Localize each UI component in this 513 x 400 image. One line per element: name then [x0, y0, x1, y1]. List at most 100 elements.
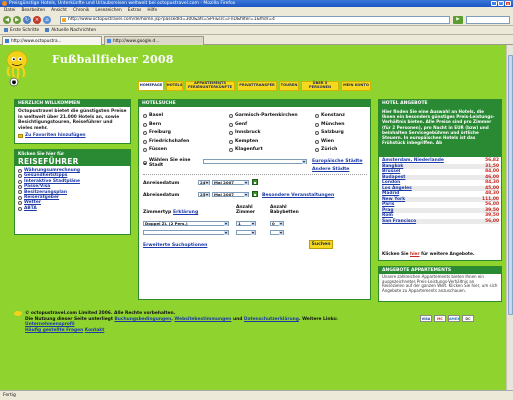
radio-icon[interactable] [143, 131, 147, 136]
special-events-link[interactable]: Besondere Veranstaltungen [262, 193, 334, 198]
city-option[interactable]: Konstanz [315, 112, 345, 121]
city-option[interactable]: Basel [143, 112, 229, 121]
nav-over-5-persons[interactable]: ÜBER 5 PERSONEN [301, 81, 339, 91]
hotel-search-heading: HOTELSUCHE [139, 100, 370, 107]
radio-icon[interactable] [229, 148, 233, 153]
nav-apartments[interactable]: APPARTEMENTS FERIENUNTERKÜNFTE [185, 81, 235, 91]
city-option[interactable]: Salzburg [315, 129, 344, 138]
radio-icon[interactable] [229, 114, 233, 119]
reload-icon[interactable]: ↻ [23, 16, 31, 24]
european-cities-link[interactable]: Europäische Städte [312, 159, 362, 164]
city-option[interactable]: Wien [315, 138, 334, 147]
radio-icon[interactable] [315, 139, 319, 144]
nav-tours[interactable]: TOUREN [279, 81, 299, 91]
menu-edit[interactable]: Bearbeiten [21, 7, 45, 14]
room1-type-select[interactable]: Doppel Zi. (2 Pers.) [143, 221, 229, 226]
radio-icon[interactable] [143, 161, 147, 166]
radio-icon[interactable] [143, 139, 147, 144]
forward-icon[interactable]: ▶ [13, 16, 21, 24]
menu-bookmarks[interactable]: Lesezeichen [95, 7, 121, 14]
nav-my-account[interactable]: MEIN KONTO [341, 81, 371, 91]
search-bar[interactable] [466, 16, 510, 24]
city-option[interactable]: Freiburg [143, 129, 229, 138]
menu-help[interactable]: Hilfe [147, 7, 157, 14]
city-option[interactable]: Garmisch-Partenkirchen [229, 112, 315, 121]
radio-icon[interactable] [229, 139, 233, 144]
site-terms-link[interactable]: Websitebestimmungen [174, 317, 231, 322]
radio-icon[interactable] [315, 122, 319, 127]
web-page: Fußballfieber 2008 HOMEPAGE HOTELS APPAR… [0, 45, 506, 390]
city-option[interactable]: München [315, 121, 345, 130]
bookmark-news[interactable]: Aktuelle Nachrichten [45, 26, 96, 34]
radio-icon[interactable] [143, 114, 147, 119]
nav-transfer[interactable]: PRIVATTRANSFER [237, 81, 277, 91]
city-option[interactable]: Friedrichshafen [143, 138, 229, 147]
radio-icon[interactable] [143, 122, 147, 127]
room1-babies-select[interactable]: 0 [270, 221, 284, 226]
menu-view[interactable]: Ansicht [51, 7, 67, 14]
menu-history[interactable]: Chronik [73, 7, 89, 14]
search-button[interactable]: Suchen [309, 240, 333, 249]
browser-tab-google[interactable]: http://www.google.d... [104, 36, 204, 45]
browser-tab-octopus[interactable]: http://www.octopustra... [2, 36, 102, 45]
home-icon[interactable]: ⌂ [43, 16, 51, 24]
city-option[interactable]: Innsbruck [229, 129, 315, 138]
minimize-button[interactable]: _ [491, 1, 497, 6]
arrival-month-select[interactable]: Mai 2007 [212, 180, 249, 185]
room2-count-select[interactable] [236, 230, 256, 235]
radio-icon[interactable] [143, 148, 147, 153]
faq-link[interactable]: Häufig gestellte Fragen [25, 328, 83, 333]
city-option[interactable]: Kempten [229, 138, 315, 147]
welcome-panel: HERZLICH WILLKOMMEN Octopustravel bietet… [14, 99, 131, 144]
radio-icon[interactable] [315, 114, 319, 119]
payment-icons: VISA MC AMEX DC [420, 315, 474, 322]
radio-icon[interactable] [229, 131, 233, 136]
stop-icon[interactable]: × [33, 16, 41, 24]
calendar-icon[interactable]: ▪ [252, 179, 258, 185]
advanced-search-link[interactable]: Erweiterte Suchoptionen [143, 243, 207, 248]
page-scrollbar[interactable] [506, 45, 513, 390]
radio-icon[interactable] [315, 131, 319, 136]
radio-icon[interactable] [315, 148, 319, 153]
nav-homepage[interactable]: HOMEPAGE [138, 81, 164, 91]
scrollbar-thumb[interactable] [508, 55, 513, 315]
guide-link-item[interactable]: ABTA [18, 206, 127, 211]
departure-month-select[interactable]: Mai 2007 [212, 192, 249, 197]
window-titlebar: Preisgünstige Hotels, Unterkünfte und Ur… [0, 0, 513, 7]
nav-hotels[interactable]: HOTELS [166, 81, 183, 91]
back-icon[interactable]: ◀ [3, 16, 11, 24]
close-button[interactable]: × [505, 1, 511, 6]
city-select[interactable] [203, 159, 307, 164]
menu-tools[interactable]: Extras [128, 7, 142, 14]
company-profile-link[interactable]: Unternehmensprofil [25, 322, 75, 327]
hotel-offer-city-link[interactable]: San Francisco [382, 219, 416, 225]
menu-file[interactable]: Datei [4, 7, 15, 14]
departure-day-select[interactable]: 25 [198, 192, 210, 197]
explanation-link[interactable]: Erklärung [173, 210, 198, 215]
room1-count-select[interactable]: 1 [236, 221, 256, 226]
city-option[interactable]: Klagenfurt [229, 146, 315, 155]
room2-type-select[interactable] [143, 230, 229, 235]
terms-link[interactable]: Buchungsbedingungen [114, 317, 171, 322]
url-bar[interactable]: http://www.octopustravel.com/de/home.jsp… [60, 16, 450, 24]
maximize-button[interactable]: □ [498, 1, 504, 6]
radio-icon[interactable] [229, 122, 233, 127]
hotel-offer-row[interactable]: San Francisco 56,00 [382, 218, 499, 225]
calendar-icon[interactable]: ▪ [252, 191, 258, 197]
add-favorites-link[interactable]: Zu Favoriten hinzufügen [25, 133, 86, 138]
city-option[interactable]: Bern [143, 121, 229, 130]
contact-link[interactable]: Kontakt [85, 328, 105, 333]
go-button[interactable]: ▶ [453, 16, 463, 24]
other-cities-link[interactable]: Andere Städte [312, 167, 349, 172]
arrival-day-select[interactable]: 24 [198, 180, 210, 185]
bookmark-first-steps[interactable]: Erste Schritte [4, 26, 39, 34]
offers-intro: Hier finden Sie eine Auswahl an Hotels, … [379, 107, 501, 157]
room2-babies-select[interactable] [270, 230, 284, 235]
privacy-link[interactable]: Datenschutzerklärung [244, 317, 299, 322]
city-option[interactable]: Füssen [143, 146, 229, 155]
other-city-option[interactable]: Wählen Sie eine Stadt [143, 158, 199, 168]
more-offers-link[interactable]: hier [410, 252, 420, 257]
city-option[interactable]: Genf [229, 121, 315, 130]
guide-header[interactable]: Klicken Sie hier für REISEFÜHRER [15, 150, 130, 166]
city-option[interactable]: Zürich [315, 146, 337, 155]
